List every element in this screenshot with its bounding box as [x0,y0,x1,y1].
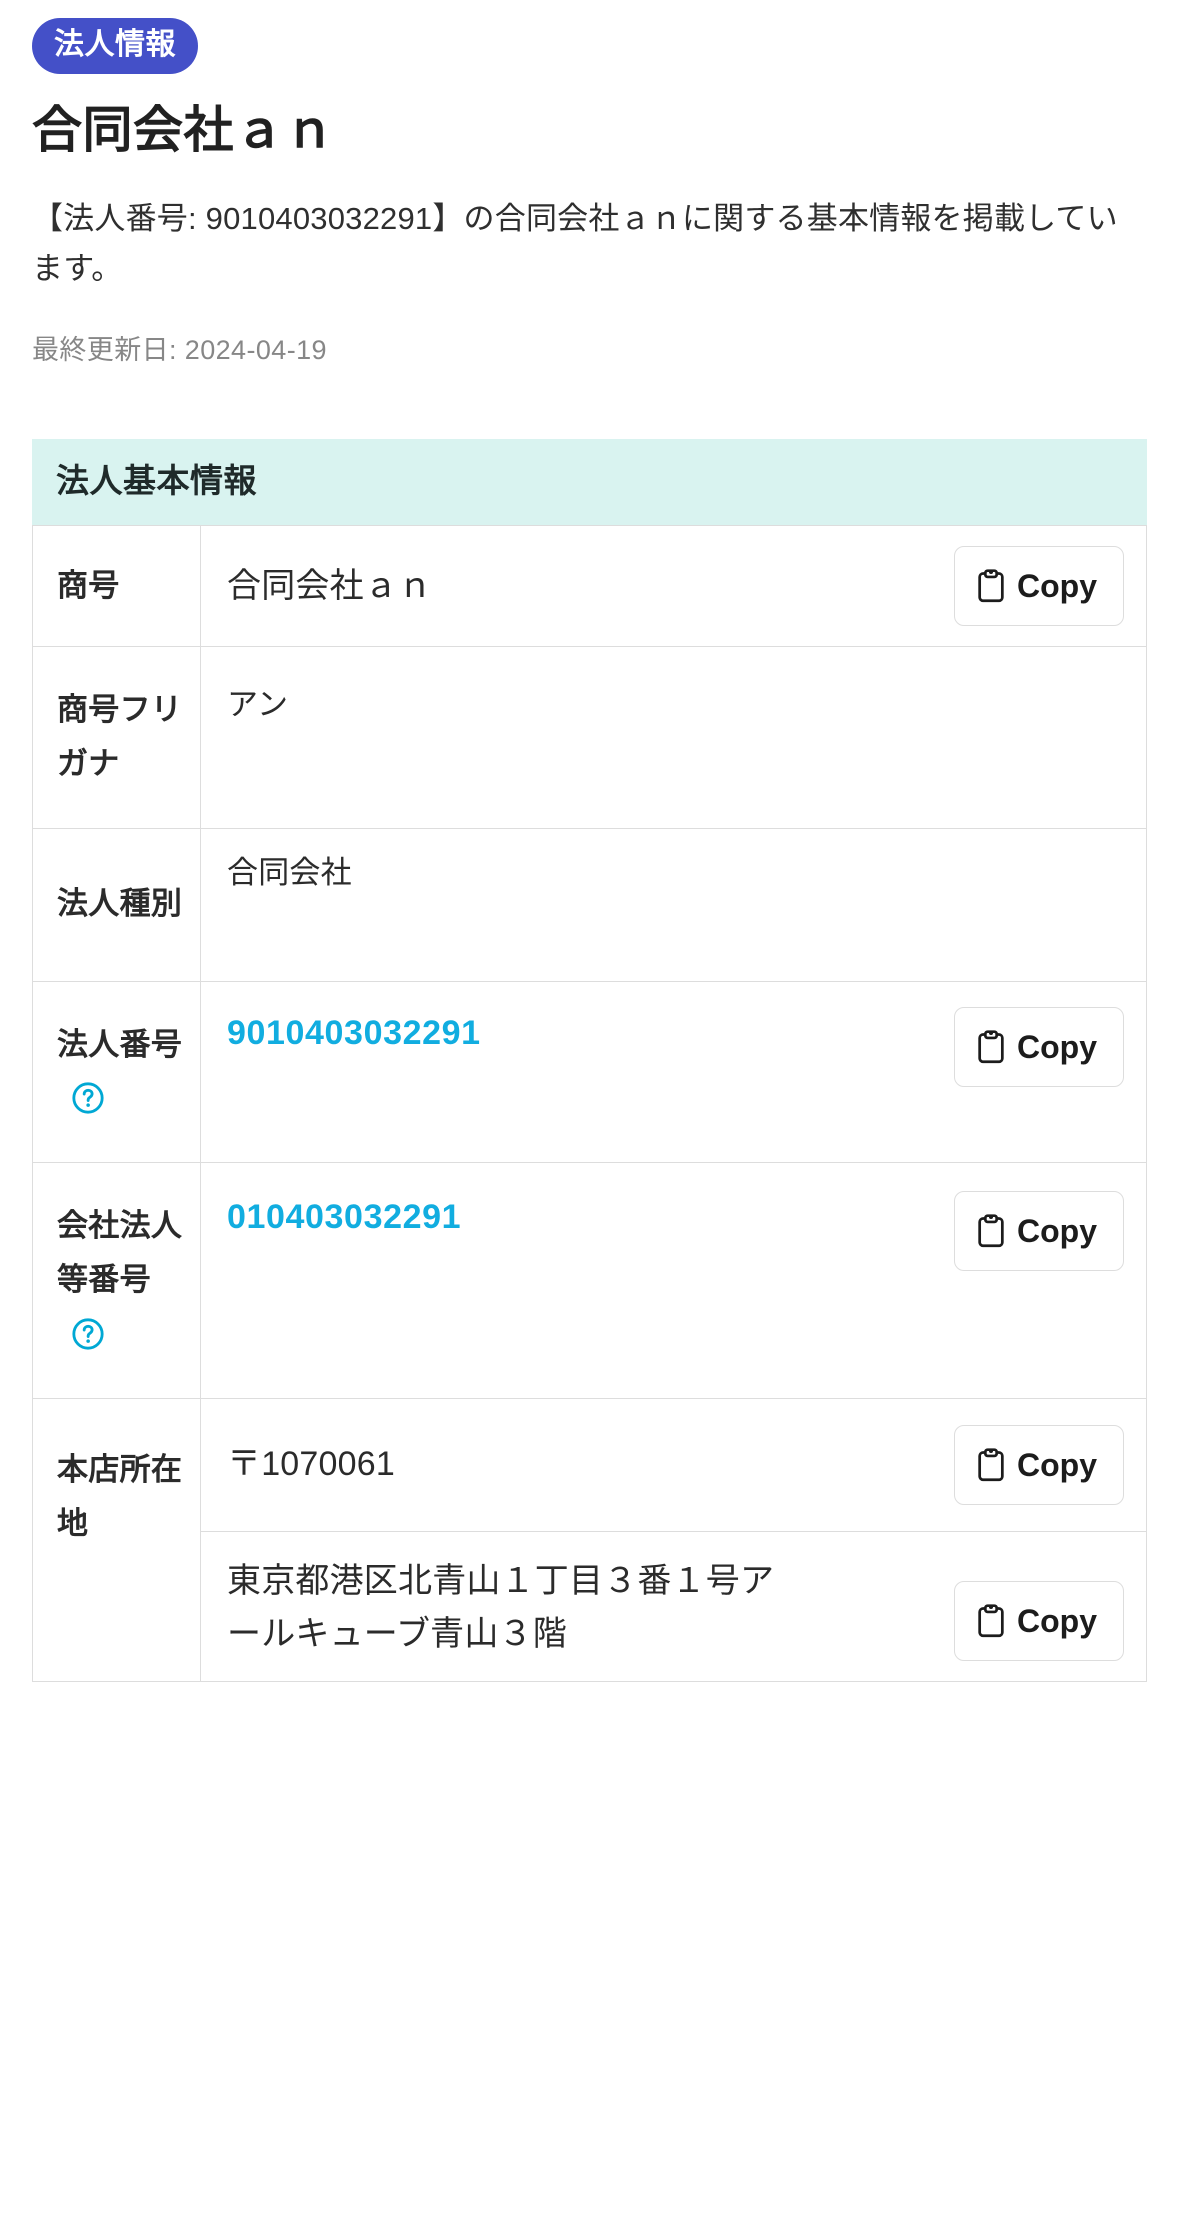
row-label-text: 商号フリガナ [57,692,183,782]
corporate-info-page: 法人情報 合同会社ａｎ 【法人番号: 9010403032291】の合同会社ａｎ… [0,0,1179,1682]
address-sub-rows: 〒1070061 Copy 東京都港区北青山１丁目３番１号アールキューブ青山３階… [201,1399,1146,1681]
value-text: 合同会社ａｎ [227,566,433,605]
last-updated-text: 最終更新日: 2024-04-19 [32,335,327,366]
copy-button[interactable]: Copy [954,546,1124,627]
value-cell: 9010403032291 Copy [201,987,1146,1157]
page-lead-description: 【法人番号: 9010403032291】の合同会社ａｎに関する基本情報を掲載し… [32,201,1118,287]
postal-code-cell: 〒1070061 Copy [201,1399,1146,1531]
row-label-text: 会社法人等番号 [57,1208,183,1298]
value-cell: 010403032291 Copy [201,1171,1146,1389]
copy-button-label: Copy [1017,1213,1097,1250]
copy-button[interactable]: Copy [954,1424,1124,1505]
table-row: 本店所在地 〒1070061 Copy 東京都港区北青山１丁目３番１号アールキュ… [32,1398,1147,1682]
table-row: 商号フリガナ アン [32,646,1147,829]
row-label-text: 法人種別 [57,886,183,922]
row-value-corporate-type: 合同会社 [201,828,1147,981]
copy-button[interactable]: Copy [954,1580,1124,1661]
row-label-corporate-type: 法人種別 [32,828,201,982]
clipboard-icon [977,1604,1005,1638]
question-circle-icon[interactable] [71,1081,105,1115]
copy-button[interactable]: Copy [954,1191,1124,1272]
postal-code-text: 〒1070061 [227,1445,395,1484]
clipboard-icon [977,569,1005,603]
copy-button-label: Copy [1017,1028,1097,1065]
row-label-text: 法人番号 [57,1026,183,1062]
corporate-basic-info-table: 商号 合同会社ａｎ Copy 商号フリガナ アン 法人種別 合同会社 法人番号 … [32,525,1147,1682]
row-label-trade-name: 商号 [32,525,201,647]
value-cell: 合同会社ａｎ Copy [201,526,1146,646]
value-text: アン [227,687,289,723]
row-label-head-office-address: 本店所在地 [32,1398,201,1682]
value-text: 合同会社 [227,854,352,890]
clipboard-icon [977,1214,1005,1248]
section-title: 法人基本情報 [56,462,257,500]
table-row: 法人番号 9010403032291 Copy [32,981,1147,1163]
question-circle-icon[interactable] [71,1317,105,1351]
row-label-corporate-number: 法人番号 [32,981,201,1163]
copy-button-label: Copy [1017,568,1097,605]
row-label-text: 商号 [57,567,120,603]
value-cell: 合同会社 [201,829,1146,981]
row-value-trade-name: 合同会社ａｎ Copy [201,526,1147,647]
row-label-text: 本店所在地 [57,1451,183,1542]
copy-button[interactable]: Copy [954,1006,1124,1087]
value-text-link[interactable]: 010403032291 [227,1191,938,1244]
value-text-link[interactable]: 9010403032291 [227,1007,938,1060]
value-cell: アン [201,661,1146,813]
street-address-text: 東京都港区北青山１丁目３番１号アールキューブ青山３階 [227,1562,775,1654]
table-row: 会社法人等番号 010403032291 Copy [32,1162,1147,1399]
category-badge: 法人情報 [32,18,198,74]
page-title: 合同会社ａｎ [32,102,335,158]
copy-button-label: Copy [1017,1602,1097,1639]
clipboard-icon [977,1030,1005,1064]
row-value-corporate-number: 9010403032291 Copy [201,981,1147,1163]
row-value-head-office-address: 〒1070061 Copy 東京都港区北青山１丁目３番１号アールキューブ青山３階… [201,1398,1147,1681]
row-value-trade-name-kana: アン [201,647,1147,829]
row-label-company-registration-number: 会社法人等番号 [32,1162,201,1399]
row-value-company-registration-number: 010403032291 Copy [201,1163,1147,1399]
copy-button-label: Copy [1017,1446,1097,1483]
clipboard-icon [977,1448,1005,1482]
section-header-basic-info: 法人基本情報 [32,439,1147,526]
row-label-trade-name-kana: 商号フリガナ [32,646,201,829]
badge-row: 法人情報 [32,0,1147,74]
table-row: 法人種別 合同会社 [32,828,1147,982]
street-address-cell: 東京都港区北青山１丁目３番１号アールキューブ青山３階 Copy [201,1530,1146,1681]
table-row: 商号 合同会社ａｎ Copy [32,525,1147,647]
